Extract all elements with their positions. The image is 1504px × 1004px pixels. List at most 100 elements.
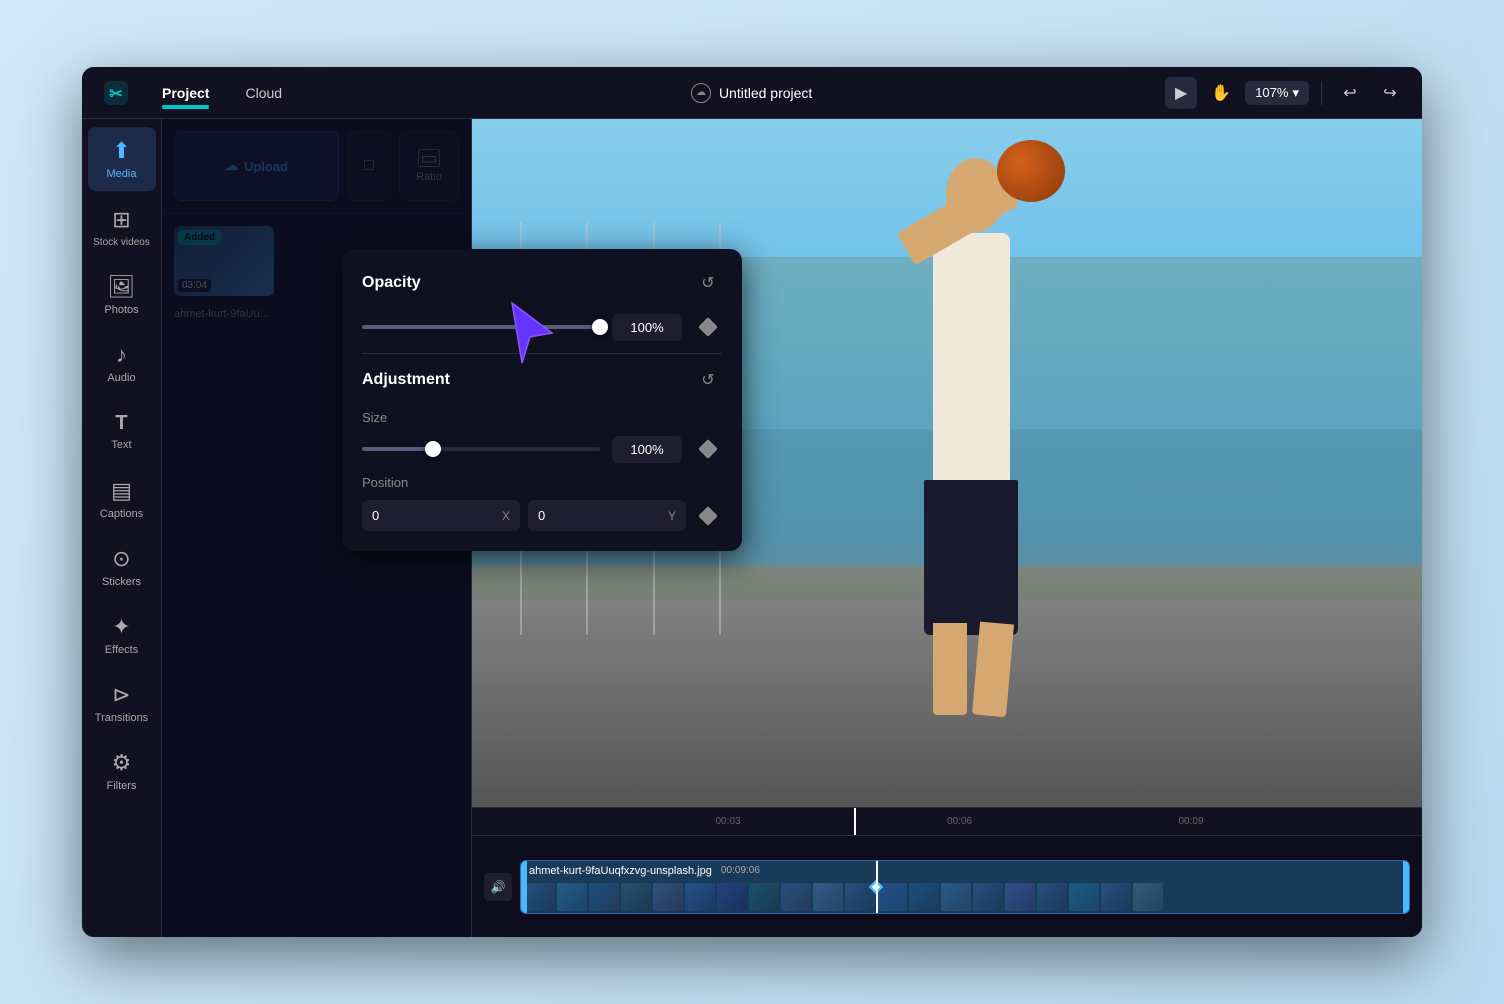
adjustment-reset-button[interactable]: ↺ [694,366,722,394]
header-controls: ▶ ✋ 107% ▾ ↩ ↪ [1165,77,1406,109]
timeline-mark-2: 00:06 [947,816,972,827]
track-controls: 🔊 [484,873,512,901]
sidebar-label-audio: Audio [107,372,135,384]
svg-text:✂: ✂ [109,86,123,103]
chevron-down-icon: ▾ [1292,85,1299,101]
opacity-title: Opacity [362,274,421,292]
sidebar-item-text[interactable]: T Text [88,399,156,463]
track-volume-button[interactable]: 🔊 [484,873,512,901]
sidebar-label-stickers: Stickers [102,576,141,588]
tab-cloud[interactable]: Cloud [229,79,298,107]
hand-tool-button[interactable]: ✋ [1205,77,1237,109]
sidebar-item-transitions[interactable]: ⊳ Transitions [88,671,156,735]
cursor-arrow [492,293,572,378]
film-frame [1037,883,1067,911]
adjustment-title: Adjustment [362,371,450,389]
stock-icon: ⊞ [112,207,130,233]
sidebar-label-media: Media [107,168,137,180]
audio-icon: ♪ [116,342,127,368]
timeline-mark-3: 00:09 [1179,816,1204,827]
track-clip[interactable]: ahmet-kurt-9faUuqfxzvg-unsplash.jpg 00:0… [520,860,1410,914]
film-frame [589,883,619,911]
transitions-icon: ⊳ [112,682,130,708]
clip-filmstrip [521,881,1409,913]
sidebar-item-effects[interactable]: ✦ Effects [88,603,156,667]
timeline: 00:03 00:06 00:09 🔊 ahmet-kurt-9faUuqfxz… [472,807,1422,937]
header: ✂ Project Cloud ☁ Untitled project ▶ ✋ 1… [82,67,1422,119]
film-frame [1005,883,1035,911]
film-frame [653,883,683,911]
size-value-display: 100% [612,436,682,463]
film-frame [1133,883,1163,911]
film-frame [973,883,1003,911]
position-row: 0 X 0 Y [362,500,722,531]
photos-icon: 🖼 [108,274,136,300]
film-frame [941,883,971,911]
timeline-ruler: 00:03 00:06 00:09 [472,808,1422,836]
project-title: Untitled project [719,85,812,101]
tab-project[interactable]: Project [146,79,225,107]
size-slider-track[interactable] [362,447,600,451]
stickers-icon: ⊙ [112,546,130,572]
sidebar-item-stickers[interactable]: ⊙ Stickers [88,535,156,599]
left-panel: ☁ Upload □ ▭ Ratio Added 03:04 [162,119,472,937]
opacity-keyframe-button[interactable] [694,313,722,341]
sidebar: ⬆ Media ⊞ Stock videos 🖼 Photos ♪ Audio … [82,119,162,937]
sidebar-item-stock[interactable]: ⊞ Stock videos [88,195,156,259]
timeline-playhead[interactable] [854,808,856,835]
sidebar-item-captions[interactable]: ▤ Captions [88,467,156,531]
sidebar-label-photos: Photos [104,304,138,316]
timeline-mark-1: 00:03 [716,816,741,827]
film-frame [781,883,811,911]
sidebar-item-photos[interactable]: 🖼 Photos [88,263,156,327]
film-frame [1101,883,1131,911]
sidebar-label-captions: Captions [100,508,143,520]
opacity-value-display: 100% [612,314,682,341]
size-keyframe-button[interactable] [694,435,722,463]
sidebar-item-media[interactable]: ⬆ Media [88,127,156,191]
position-y-field[interactable]: 0 Y [528,500,686,531]
sidebar-label-text: Text [111,439,131,451]
sidebar-item-audio[interactable]: ♪ Audio [88,331,156,395]
size-slider-row: 100% [362,435,722,463]
sidebar-label-transitions: Transitions [95,712,148,724]
position-keyframe-button[interactable] [694,502,722,530]
film-frame [557,883,587,911]
timeline-track-area: 🔊 ahmet-kurt-9faUuqfxzvg-unsplash.jpg 00… [472,836,1422,937]
clip-label: ahmet-kurt-9faUuqfxzvg-unsplash.jpg [529,865,712,877]
filters-icon: ⚙ [112,750,132,776]
clip-duration: 00:09:06 [721,865,760,876]
app-window: ✂ Project Cloud ☁ Untitled project ▶ ✋ 1… [82,67,1422,937]
size-label: Size [362,410,722,425]
app-logo: ✂ [98,75,134,111]
text-icon: T [115,412,127,435]
position-x-field[interactable]: 0 X [362,500,520,531]
position-label: Position [362,475,722,490]
header-tabs: Project Cloud [146,79,298,107]
opacity-popup: Opacity ↺ 100% [342,249,742,551]
opacity-reset-button[interactable]: ↺ [694,269,722,297]
sidebar-item-filters[interactable]: ⚙ Filters [88,739,156,803]
clip-left-handle[interactable] [521,861,527,913]
film-frame [525,883,555,911]
media-icon: ⬆ [112,138,130,164]
sidebar-label-filters: Filters [107,780,137,792]
film-frame [1069,883,1099,911]
cursor-tool-button[interactable]: ▶ [1165,77,1197,109]
film-frame [621,883,651,911]
cloud-icon: ☁ [691,83,711,103]
effects-icon: ✦ [112,614,130,640]
zoom-control[interactable]: 107% ▾ [1245,81,1309,105]
app-body: ⬆ Media ⊞ Stock videos 🖼 Photos ♪ Audio … [82,119,1422,937]
clip-right-handle[interactable] [1403,861,1409,913]
captions-icon: ▤ [111,478,132,504]
film-frame [717,883,747,911]
film-frame [909,883,939,911]
timeline-marks: 00:03 00:06 00:09 [484,808,1410,835]
sidebar-label-stock: Stock videos [93,237,150,248]
project-title-area: ☁ Untitled project [691,83,812,103]
redo-button[interactable]: ↪ [1374,77,1406,109]
header-divider [1321,81,1322,105]
film-frame [813,883,843,911]
undo-button[interactable]: ↩ [1334,77,1366,109]
